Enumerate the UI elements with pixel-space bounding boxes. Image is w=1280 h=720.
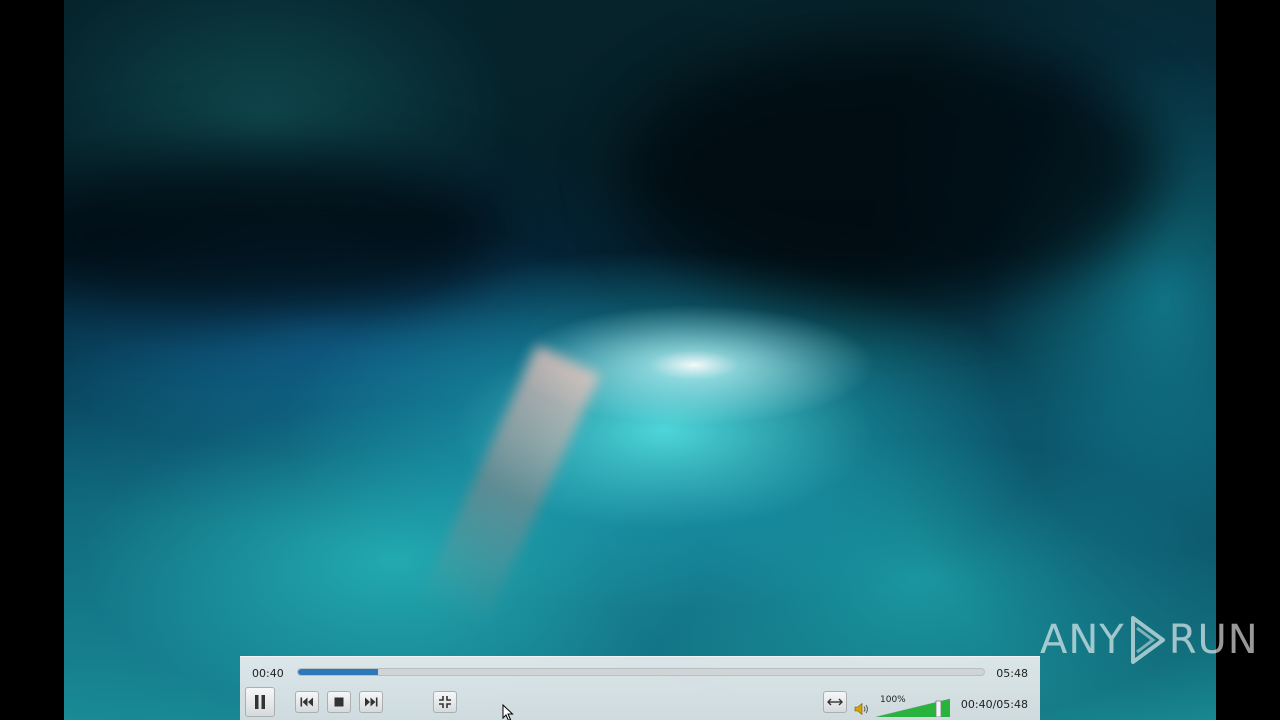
aspect-ratio-button[interactable] (823, 691, 847, 713)
exit-fullscreen-button[interactable] (433, 691, 457, 713)
stop-button[interactable] (327, 691, 351, 713)
mouse-cursor-icon (502, 704, 514, 720)
watermark-text-left: ANY (1040, 617, 1125, 663)
total-duration: 05:48 (996, 667, 1028, 680)
elapsed-time: 00:40 (252, 667, 284, 680)
seek-bar[interactable] (297, 668, 985, 676)
elapsed-duration-time: 00:40/05:48 (960, 698, 1028, 711)
light-beam (418, 345, 601, 629)
play-logo-icon (1130, 616, 1165, 664)
anyrun-watermark: ANY RUN (1040, 612, 1259, 668)
skip-next-icon (365, 697, 378, 707)
pause-button[interactable] (245, 687, 275, 717)
next-button[interactable] (359, 691, 383, 713)
video-shadow (64, 150, 504, 320)
exit-fullscreen-icon (439, 696, 451, 708)
video-shadow (624, 40, 1164, 300)
previous-button[interactable] (295, 691, 319, 713)
volume-slider[interactable] (876, 697, 950, 717)
watermark-text-right: RUN (1168, 617, 1259, 663)
fullscreen-controller: 00:40 05:48 100% 00:40/05:48 (240, 656, 1040, 720)
fullscreen-video-player: ANY RUN 00:40 05:48 100% 00:40/05:48 (0, 0, 1280, 720)
seek-bar-progress (298, 669, 379, 675)
pause-icon (255, 695, 265, 709)
speaker-icon[interactable] (854, 702, 870, 716)
volume-slider-handle[interactable] (935, 700, 942, 717)
stretch-icon (827, 698, 843, 706)
skip-previous-icon (300, 697, 313, 707)
stop-icon (334, 697, 344, 707)
